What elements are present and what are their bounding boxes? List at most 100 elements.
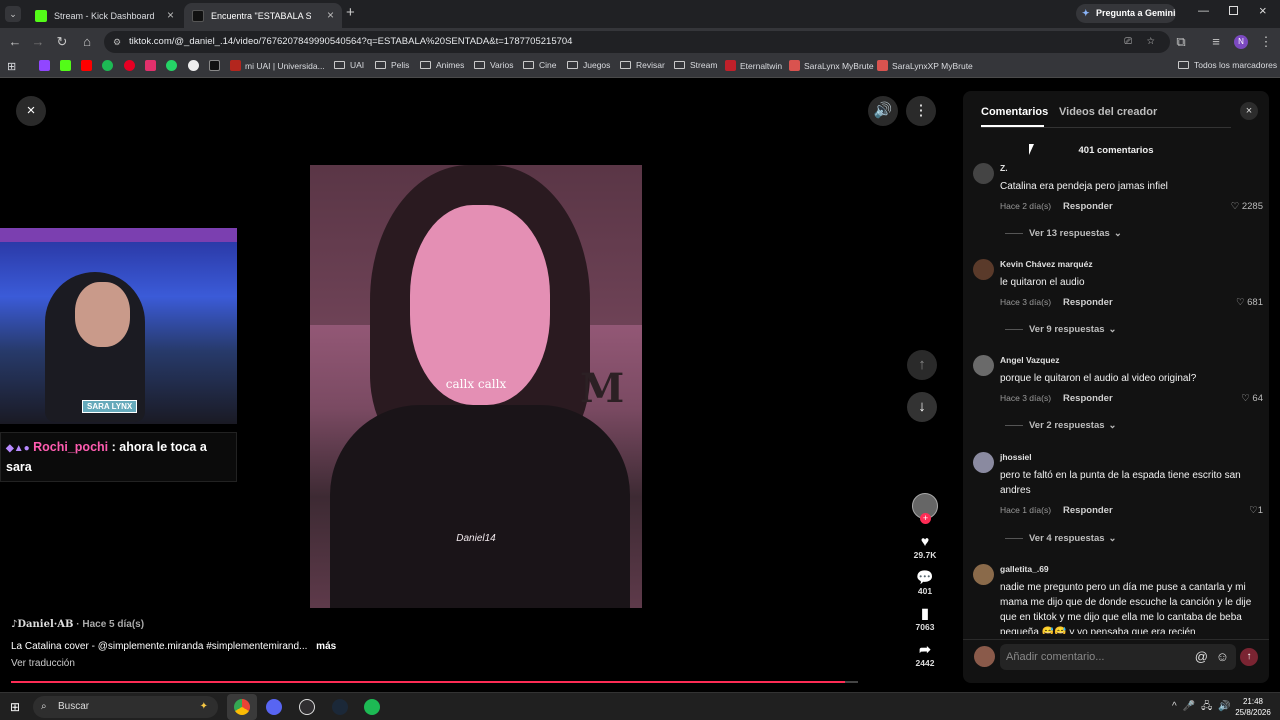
kick-icon [35,9,47,22]
comment-username[interactable]: galletita_.69 [1000,564,1049,574]
whatsapp-icon[interactable] [166,60,181,71]
comment-likes[interactable]: ♡1 [1249,505,1263,516]
avatar[interactable] [973,163,994,184]
close-tab-icon[interactable]: × [327,8,334,22]
tab-tiktok-search[interactable]: Encuentra "ESTABALA SENTADA" × [184,3,342,28]
install-app-icon[interactable]: ⎚ [1124,31,1132,53]
kick-icon[interactable] [60,60,75,71]
apps-grid-icon[interactable]: ⊞ [7,60,16,73]
avatar[interactable] [973,452,994,473]
close-video-button[interactable]: × [16,96,46,126]
comment-username[interactable]: jhossiel [1000,452,1032,462]
extensions-icon[interactable]: ⧉ [1172,33,1190,51]
bookmark-folder-pelis[interactable]: Pelis [375,60,409,70]
spotify-icon[interactable] [102,60,117,71]
author-name[interactable]: ♪Daniel·AB [11,619,73,630]
site-info-icon[interactable]: ⚙ [113,31,121,53]
new-tab-button[interactable]: + [346,4,355,21]
back-icon[interactable]: ← [6,33,24,51]
view-replies-button[interactable]: Ver 9 respuestas ⌄ [1005,324,1117,335]
youtube-icon[interactable] [81,60,96,71]
bookmark-folder-cine[interactable]: Cine [523,60,556,70]
pinterest-icon[interactable] [124,60,139,71]
avatar[interactable] [973,355,994,376]
comment-username[interactable]: Kevin Chávez marquéz [1000,259,1093,269]
share-action[interactable]: ➦ 2442 [905,640,945,668]
tab-kick-dashboard[interactable]: Stream - Kick Dashboard × [27,3,182,28]
taskbar-search-box[interactable]: ⌕ Buscar ✦ [33,696,218,718]
view-replies-button[interactable]: Ver 4 respuestas ⌄ [1005,533,1117,544]
bookmark-uai-portal[interactable]: mi UAI | Universida... [230,60,325,71]
mention-icon[interactable]: @ [1195,644,1208,670]
home-icon[interactable]: ⌂ [78,33,96,51]
reply-button[interactable]: Responder [1063,297,1113,308]
progress-bar-track[interactable] [11,681,858,683]
view-replies-button[interactable]: Ver 2 respuestas ⌄ [1005,420,1117,431]
bookmark-eternaltwin[interactable]: Eternaltwin [725,60,782,71]
like-action[interactable]: ♥ 29.7K [905,532,945,560]
bookmark-star-icon[interactable]: ☆ [1146,31,1155,53]
comment-input[interactable]: Añadir comentario... @ ☺ [1000,644,1236,670]
bookmark-folder-revisar[interactable]: Revisar [620,60,665,70]
reply-button[interactable]: Responder [1063,393,1113,404]
close-window-button[interactable]: × [1259,3,1267,18]
tab-comments[interactable]: Comentarios [981,106,1048,118]
comments-panel: Comentarios Videos del creador × 401 com… [963,91,1269,683]
address-bar[interactable]: ⚙ tiktok.com/@_daniel_.14/video/76762078… [104,31,1170,53]
comment-likes[interactable]: ♡ 681 [1236,297,1263,308]
follow-plus-icon[interactable]: + [920,513,931,524]
reply-button[interactable]: Responder [1063,505,1113,516]
comment-username[interactable]: Angel Vazquez [1000,355,1060,365]
volume-button[interactable]: 🔊 [868,96,898,126]
avatar[interactable] [973,259,994,280]
gemini-button[interactable]: ✦ Pregunta a Gemini [1076,4,1176,23]
bookmark-folder-animes[interactable]: Animes [420,60,464,70]
chrome-taskbar-button[interactable] [227,694,257,720]
forward-icon[interactable]: → [29,33,47,51]
comment-likes[interactable]: ♡ 64 [1241,393,1263,404]
tab-list-chevron-icon[interactable]: ⌄ [5,6,21,22]
discord-icon[interactable] [266,699,282,715]
avatar[interactable] [973,564,994,585]
close-panel-button[interactable]: × [1240,102,1258,120]
profile-avatar[interactable]: N [1234,35,1248,49]
bookmark-folder-stream[interactable]: Stream [674,60,717,70]
tab-creator-videos[interactable]: Videos del creador [1059,106,1157,118]
next-video-button[interactable]: ↓ [907,392,937,422]
save-action[interactable]: ▮ 7063 [905,604,945,632]
bookmark-folder-varios[interactable]: Varios [474,60,513,70]
restore-window-button[interactable] [1229,6,1238,15]
view-replies-button[interactable]: Ver 13 respuestas ⌄ [1005,228,1122,239]
steam-icon[interactable] [332,699,348,715]
video-player[interactable]: M callx callx Daniel14 [310,165,642,608]
github-icon[interactable] [188,60,203,71]
obs-icon[interactable] [299,699,315,715]
close-tab-icon[interactable]: × [167,8,174,22]
bookmark-folder-juegos[interactable]: Juegos [567,60,610,70]
browser-menu-icon[interactable]: ⋮ [1257,33,1275,51]
translate-link[interactable]: Ver traducción [11,658,75,669]
previous-video-button[interactable]: ↑ [907,350,937,380]
bookmark-saralynxxp-mybrute[interactable]: SaraLynxXP MyBrute [877,60,973,71]
windows-start-icon[interactable]: ⊞ [10,699,26,715]
bookmark-folder-uai[interactable]: UAI [334,60,364,70]
spotify-icon[interactable] [364,699,380,715]
minimize-window-button[interactable]: — [1198,5,1209,17]
post-comment-button[interactable]: ↑ [1240,648,1258,666]
more-link[interactable]: más [316,641,336,652]
emoji-icon[interactable]: ☺ [1216,644,1229,670]
reply-button[interactable]: Responder [1063,201,1113,212]
clock[interactable]: 21:48 25/8/2026 [1230,696,1276,718]
reload-icon[interactable]: ↻ [53,33,71,51]
comment-likes[interactable]: ♡ 2285 [1231,201,1263,212]
all-bookmarks-folder[interactable]: Todos los marcadores [1178,60,1277,70]
bookmark-saralynx-mybrute[interactable]: SaraLynx MyBrute [789,60,874,71]
comment-action[interactable]: 💬 401 [905,568,945,596]
tray-icons[interactable]: ^🎤🖧🔊 [1172,699,1237,716]
instagram-icon[interactable] [145,60,160,71]
comment-username[interactable]: Z. [1000,163,1008,173]
twitch-icon[interactable] [39,60,54,71]
more-options-button[interactable]: ⋮ [906,96,936,126]
tiktok-icon[interactable] [209,60,224,71]
media-controls-icon[interactable]: ≡ [1207,33,1225,51]
